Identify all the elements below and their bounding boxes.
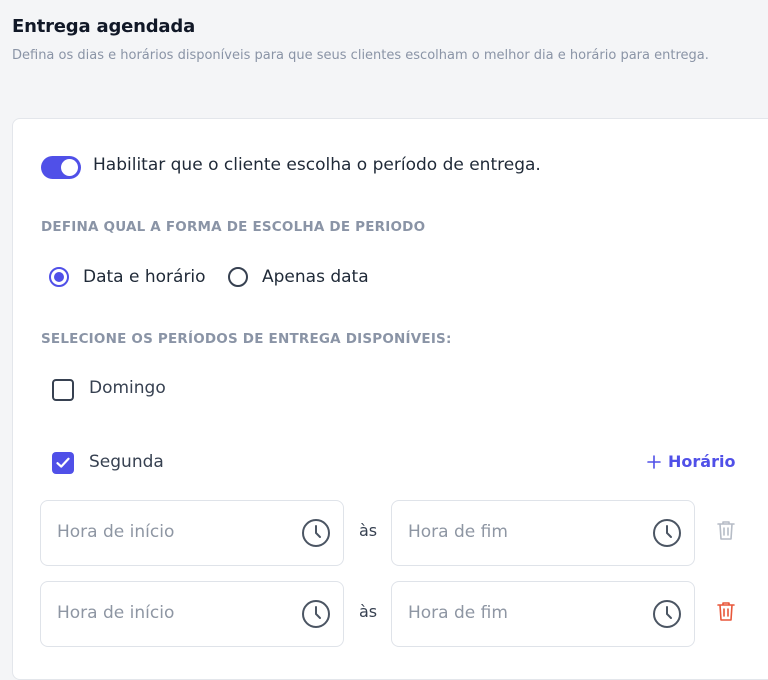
add-time-label: Horário (668, 452, 736, 471)
radio-date-time[interactable] (49, 267, 69, 287)
add-time-button[interactable]: Horário (646, 452, 735, 471)
checkbox-domingo[interactable] (52, 379, 74, 401)
toggle-label: Habilitar que o cliente escolha o períod… (93, 155, 541, 175)
trash-icon (717, 521, 735, 540)
periods-heading: SELECIONE OS PERÍODOS DE ENTREGA DISPONÍ… (41, 331, 452, 347)
clock-icon (653, 519, 681, 547)
radio-date-only-label[interactable]: Apenas data (262, 267, 369, 287)
period-form-heading: DEFINA QUAL A FORMA DE ESCOLHA DE PERIOD… (41, 219, 426, 235)
checkbox-segunda-label[interactable]: Segunda (89, 452, 164, 472)
clock-icon (653, 600, 681, 628)
toggle-knob (61, 159, 78, 176)
checkbox-domingo-label[interactable]: Domingo (89, 378, 166, 398)
page-title: Entrega agendada (12, 16, 196, 37)
delete-time-row-button[interactable] (716, 519, 736, 545)
clock-icon (302, 600, 330, 628)
start-time-input[interactable]: Hora de início (40, 500, 344, 566)
enable-period-toggle[interactable] (41, 156, 81, 179)
start-time-placeholder: Hora de início (57, 522, 175, 542)
delete-time-row-button[interactable] (716, 600, 736, 626)
clock-icon (302, 519, 330, 547)
end-time-placeholder: Hora de fim (408, 522, 508, 542)
checkbox-segunda[interactable] (52, 452, 74, 474)
start-time-input[interactable]: Hora de início (40, 581, 344, 647)
trash-icon (717, 602, 735, 621)
plus-icon (647, 454, 661, 469)
end-time-input[interactable]: Hora de fim (391, 581, 695, 647)
time-separator: às (359, 521, 378, 540)
time-separator: às (359, 602, 378, 621)
end-time-input[interactable]: Hora de fim (391, 500, 695, 566)
radio-date-only[interactable] (228, 267, 248, 287)
check-icon (56, 457, 70, 468)
start-time-placeholder: Hora de início (57, 603, 175, 623)
radio-date-time-label[interactable]: Data e horário (83, 267, 206, 287)
page-description: Defina os dias e horários disponíveis pa… (12, 48, 709, 63)
end-time-placeholder: Hora de fim (408, 603, 508, 623)
